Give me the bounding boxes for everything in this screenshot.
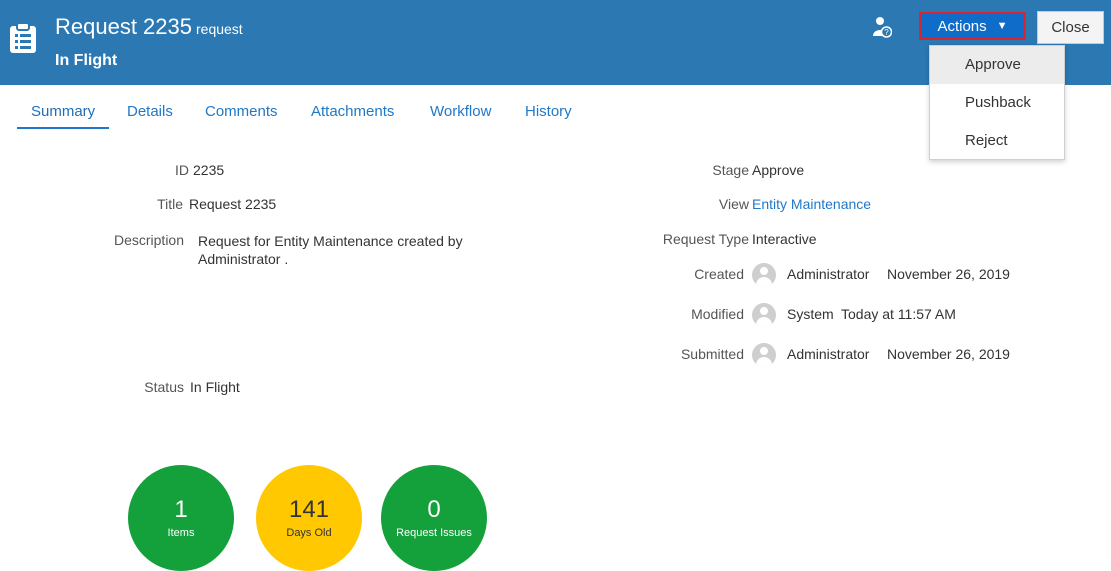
svg-text:?: ?	[884, 28, 889, 37]
page-title: Request 2235 request	[55, 14, 243, 40]
actions-label: Actions	[937, 17, 987, 35]
id-value: 2235	[193, 162, 225, 178]
description-value: Request for Entity Maintenance created b…	[198, 233, 463, 267]
tab-history[interactable]: History	[525, 103, 572, 120]
items-metric[interactable]: 1 Items	[128, 465, 234, 571]
caret-down-icon: ▼	[996, 20, 1008, 32]
stage-label: Stage	[712, 162, 749, 178]
menu-item-approve[interactable]: Approve	[930, 46, 1064, 84]
request-issues-count: 0	[427, 496, 441, 523]
created-user: Administrator	[787, 266, 870, 282]
days-old-count: 141	[288, 496, 330, 523]
title-value: Request 2235	[189, 196, 277, 212]
close-button[interactable]: Close	[1037, 11, 1104, 44]
created-date: November 26, 2019	[887, 266, 1010, 282]
items-count: 1	[174, 496, 188, 523]
clipboard-list-icon	[10, 22, 36, 53]
status-label: Status	[144, 379, 184, 395]
user-question-icon[interactable]: ?	[872, 16, 892, 38]
status-value: In Flight	[190, 379, 240, 395]
tab-workflow[interactable]: Workflow	[430, 103, 491, 120]
items-caption: Items	[167, 527, 195, 539]
avatar	[752, 263, 776, 287]
title-label: Title	[157, 196, 183, 212]
view-label: View	[718, 196, 749, 212]
request-issues-caption: Request Issues	[396, 527, 472, 539]
days-old-caption: Days Old	[286, 527, 332, 539]
avatar	[752, 303, 776, 327]
active-tab-underline	[17, 127, 109, 129]
view-link[interactable]: Entity Maintenance	[752, 196, 871, 212]
id-label: ID	[175, 162, 189, 178]
submitted-label: Submitted	[680, 346, 744, 362]
request-type-label: Request Type	[662, 231, 749, 247]
request-issues-metric[interactable]: 0 Request Issues	[381, 465, 487, 571]
menu-item-reject[interactable]: Reject	[930, 122, 1064, 160]
request-type-label: request	[196, 21, 243, 37]
tab-attachments[interactable]: Attachments	[311, 103, 394, 120]
submitted-date: November 26, 2019	[887, 346, 1010, 362]
avatar	[752, 343, 776, 367]
stage-value: Approve	[752, 162, 805, 178]
actions-button[interactable]: Actions ▼	[919, 12, 1026, 40]
tab-comments[interactable]: Comments	[205, 103, 278, 120]
tab-summary[interactable]: Summary	[31, 103, 95, 120]
modified-user: System	[787, 306, 834, 322]
days-old-metric[interactable]: 141 Days Old	[256, 465, 362, 571]
actions-menu: Approve Pushback Reject	[929, 45, 1065, 160]
request-type-value: Interactive	[752, 231, 817, 247]
modified-date: Today at 11:57 AM	[841, 306, 956, 322]
tab-details[interactable]: Details	[127, 103, 173, 120]
request-title: Request 2235	[55, 14, 192, 39]
created-label: Created	[694, 266, 744, 282]
modified-label: Modified	[691, 306, 744, 322]
request-status: In Flight	[55, 52, 118, 69]
description-label: Description	[113, 232, 184, 248]
submitted-user: Administrator	[787, 346, 870, 362]
menu-item-pushback[interactable]: Pushback	[930, 84, 1064, 122]
